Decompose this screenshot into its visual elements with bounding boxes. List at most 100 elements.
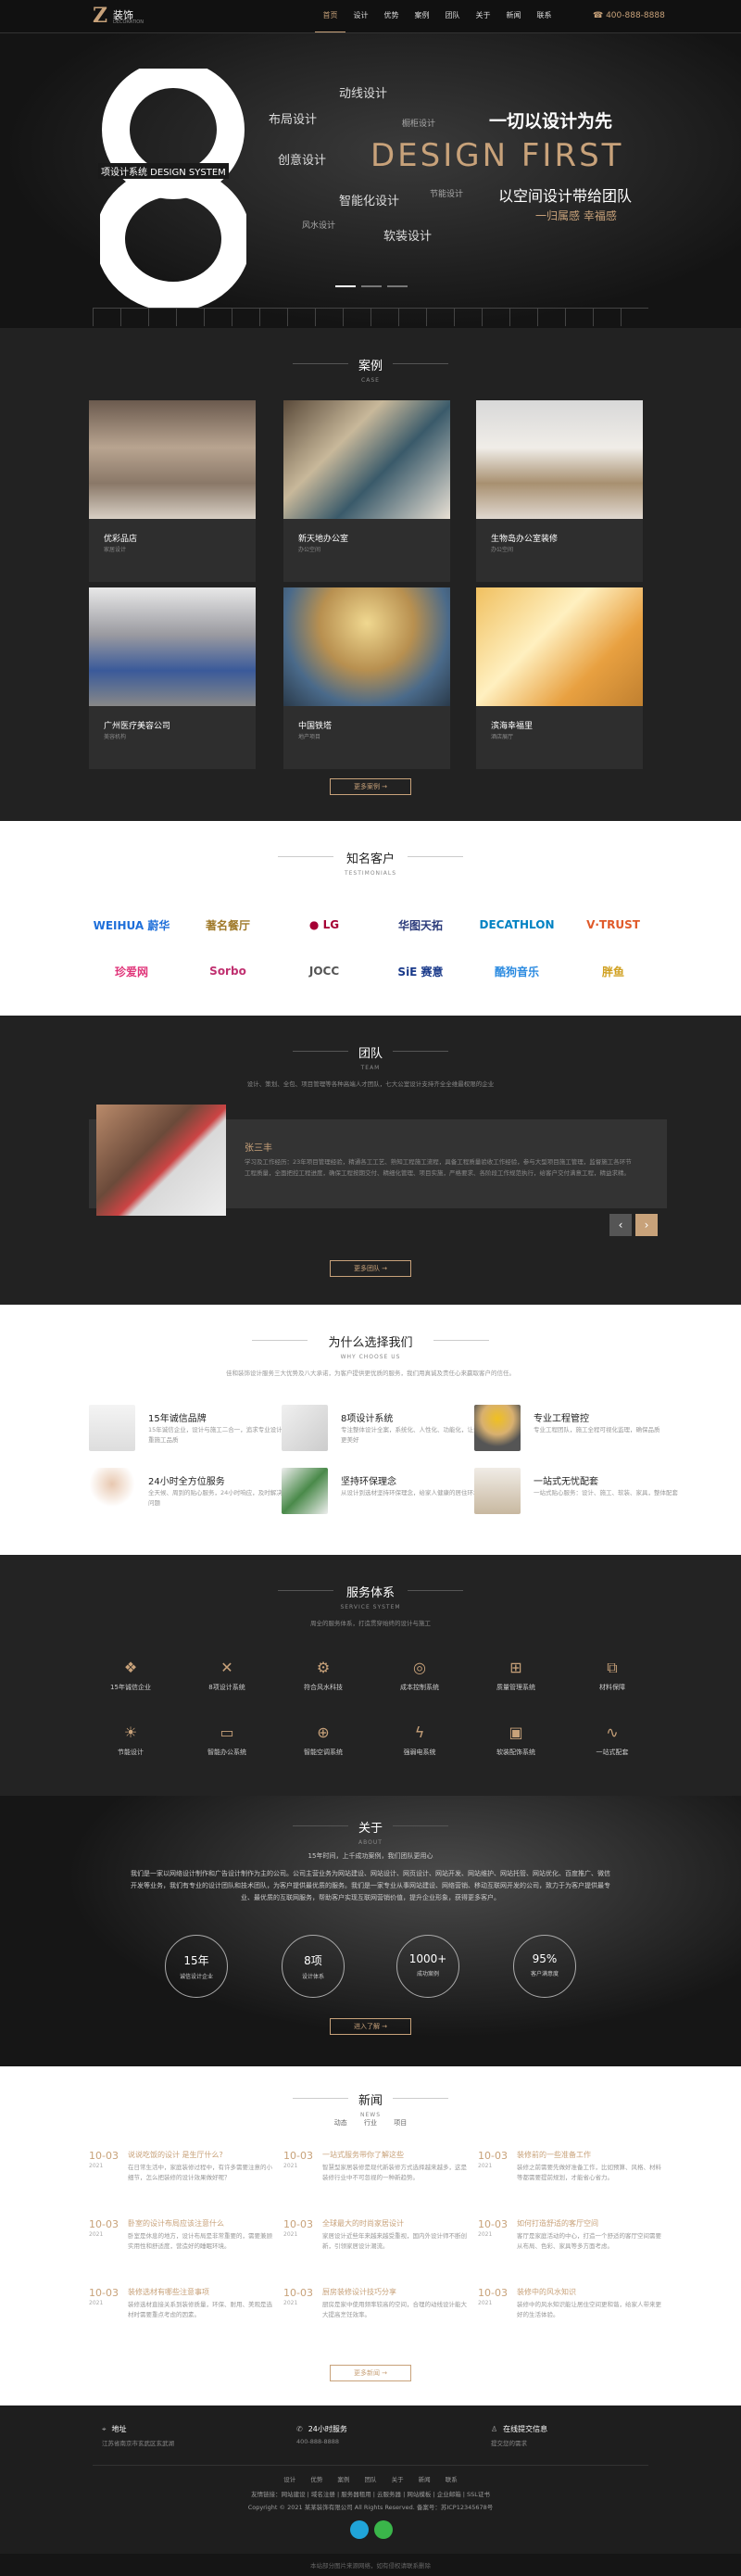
case-image — [89, 587, 256, 706]
stat-value: 95% — [532, 1952, 558, 1965]
service-section: 服务体系 SERVICE SYSTEM 周全的服务体系，打造贯穿始终的设计与施工… — [0, 1555, 741, 1796]
section-header: 关于 ABOUT — [0, 1818, 741, 1846]
news-item[interactable]: 10-03 2021 装修选材有哪些注意事项 装修选材直接关系到装修质量，环保、耐用、… — [89, 2287, 274, 2342]
footer-link[interactable]: 新闻 — [419, 2476, 431, 2483]
nav-team[interactable]: 团队 — [437, 0, 468, 32]
nav-contact[interactable]: 联系 — [529, 0, 559, 32]
team-member-photo — [96, 1105, 226, 1216]
slider-dot[interactable] — [361, 285, 382, 287]
service-item: ⧉ 材料保障 — [571, 1659, 654, 1692]
advantage-item: 坚持环保理念 从设计到选材坚持环保理念，给家人健康的居住环境 — [282, 1468, 495, 1522]
news-item[interactable]: 10-03 2021 一站式服务带你了解这些 智慧型家居装修是现代新装修方式选择越来越… — [283, 2150, 469, 2205]
user-icon: ♙ — [491, 2425, 498, 2433]
advantage-desc: 从设计到选材坚持环保理念，给家人健康的居住环境 — [341, 1489, 480, 1496]
footer-link[interactable]: 案例 — [337, 2476, 349, 2483]
news-item[interactable]: 10-03 2021 装修前的一些准备工作 装修之前需要先做好准备工作，比如预算、风格… — [478, 2150, 663, 2205]
section-header: 知名客户 TESTIMONIALS — [0, 849, 741, 877]
footer-link[interactable]: 团队 — [365, 2476, 377, 2483]
slider-dot[interactable] — [387, 285, 408, 287]
news-year: 2021 — [283, 2163, 298, 2169]
advantage-item: 15年诚信品牌 15年诚信企业，设计与施工二合一，追求专业设计，注重施工品质 — [89, 1405, 302, 1458]
service-icon: ⧉ — [607, 1659, 618, 1676]
client-logo: DECATHLON — [479, 918, 555, 931]
news-title: 装修选材有哪些注意事项 — [128, 2288, 209, 2296]
case-card[interactable]: 中国铁塔 地产项目 — [283, 587, 450, 769]
case-card[interactable]: 生物岛办公室装修 办公空间 — [476, 400, 643, 582]
case-card[interactable]: 滨海幸福里 酒店展厅 — [476, 587, 643, 769]
next-arrow-icon[interactable]: › — [635, 1214, 658, 1236]
case-card[interactable]: 广州医疗美容公司 美容机构 — [89, 587, 256, 769]
keyword: 智能化设计 — [339, 195, 400, 208]
site-footer: ⌖ 地址 江苏省南京市玄武区玄武湖 ✆ 24小时服务 400-888-8888 ♙ 在… — [0, 2406, 741, 2576]
case-name: 广州医疗美容公司 — [104, 722, 171, 731]
client-logo: WEIHUA 蔚华 — [93, 918, 170, 932]
news-summary: 装修选材直接关系到装修质量，环保、耐用、美观是选材时需要重点考虑的因素。 — [128, 2301, 272, 2318]
news-title: 全球最大的时尚家居设计 — [322, 2219, 404, 2228]
cases-section: 案例 CASE 优彩品店 家居设计 新天地办公室 办公空间 生物岛办公室装修 办公空间… — [0, 328, 741, 821]
service-item: ✕ 8项设计系统 — [185, 1659, 269, 1692]
wechat-icon[interactable] — [374, 2520, 393, 2539]
news-tab[interactable]: 行业 — [364, 2119, 377, 2127]
keyword: 动线设计 — [339, 87, 388, 101]
team-intro: 设计、策划、全包、项目管理等各种高端人才团队，七大公室设计支持齐全全维最权限的企… — [246, 1080, 495, 1088]
news-item[interactable]: 10-03 2021 卧室的设计布局应该注意什么 卧室是休息的地方，设计布局是非常重要… — [89, 2218, 274, 2274]
nav-home[interactable]: 首页 — [315, 0, 345, 32]
footer-link[interactable]: 优势 — [310, 2476, 322, 2483]
contact-detail: 提交您的需求 — [491, 2440, 527, 2447]
nav-design[interactable]: 设计 — [345, 0, 376, 32]
contact-title: 地址 — [111, 2425, 127, 2433]
news-summary: 装修之前需要先做好准备工作，比如预算、风格、材料等都需要提前规划，才能省心省力。 — [517, 2164, 661, 2181]
nav-news[interactable]: 新闻 — [498, 0, 529, 32]
section-header: 新闻 NEWS — [0, 2090, 741, 2118]
stat-value: 8项 — [304, 1954, 322, 1967]
section-subtitle: NEWS — [359, 2112, 382, 2118]
service-label: 材料保障 — [599, 1684, 625, 1691]
news-day: 10-03 — [283, 2218, 313, 2230]
more-news-button[interactable]: 更多新闻 → — [330, 2365, 411, 2381]
about-more-button[interactable]: 进入了解 → — [330, 2018, 411, 2035]
footer-bottom-note: 本站部分图片来源网络，如有侵权请联系删除 — [310, 2562, 431, 2570]
case-card[interactable]: 优彩品店 家居设计 — [89, 400, 256, 582]
location-icon: ⌖ — [102, 2425, 107, 2433]
case-category: 酒店展厅 — [491, 734, 514, 740]
more-cases-button[interactable]: 更多案例 → — [330, 778, 411, 795]
logo-mark[interactable]: Z — [93, 6, 107, 26]
news-item[interactable]: 10-03 2021 如何打造舒适的客厅空间 客厅是家庭活动的中心，打造一个舒适的客厅… — [478, 2218, 663, 2274]
stat-label: 诚信设计企业 — [179, 1974, 213, 1980]
advantage-desc: 专注整体设计全案，系统化、人性化、功能化，让生活更美好 — [341, 1426, 485, 1444]
news-summary: 智慧型家居装修是现代新装修方式选择越来越多，这是装修行业中不可忽视的一种新趋势。 — [322, 2164, 467, 2181]
prev-arrow-icon[interactable]: ‹ — [609, 1214, 632, 1236]
nav-cases[interactable]: 案例 — [407, 0, 437, 32]
section-header: 团队 TEAM — [0, 1043, 741, 1071]
footer-contact: ⌖ 地址 江苏省南京市玄武区玄武湖 — [102, 2424, 174, 2447]
advantage-desc: 15年诚信企业，设计与施工二合一，追求专业设计，注重施工品质 — [148, 1426, 295, 1444]
news-item[interactable]: 10-03 2021 全球最大的时尚家居设计 家居设计近些年来越来越受重视，国内外设计… — [283, 2218, 469, 2274]
case-image — [476, 400, 643, 519]
footer-link[interactable]: 设计 — [283, 2476, 295, 2483]
footer-link[interactable]: 关于 — [392, 2476, 404, 2483]
service-icon: ⚙ — [316, 1659, 331, 1676]
service-label: 质量管理系统 — [496, 1684, 535, 1691]
news-title: 一站式服务带你了解这些 — [322, 2151, 404, 2159]
why-us-section: 为什么选择我们 WHY CHOOSE US 佳和装饰设计服务三大优势及八大承诺，… — [0, 1305, 741, 1555]
news-tab[interactable]: 项目 — [394, 2119, 407, 2127]
section-title: 关于 — [358, 1822, 383, 1836]
contact-detail: 400-888-8888 — [296, 2438, 340, 2445]
nav-about[interactable]: 关于 — [468, 0, 498, 32]
footer-link[interactable]: 联系 — [446, 2476, 458, 2483]
news-item[interactable]: 10-03 2021 说说吃饭的设计 是生厅什么? 在日常生活中，家庭装修过程中，有许… — [89, 2150, 274, 2205]
more-team-button[interactable]: 更多团队 → — [330, 1260, 411, 1277]
news-tab[interactable]: 动态 — [334, 2119, 347, 2127]
nav-advantage[interactable]: 优势 — [376, 0, 407, 32]
qq-icon[interactable] — [350, 2520, 369, 2539]
partner-links[interactable]: 友情链接：网站建设 | 域名注册 | 服务器租用 | 云服务器 | 网站模板 |… — [0, 2489, 741, 2498]
case-card[interactable]: 新天地办公室 办公空间 — [283, 400, 450, 582]
stat-label: 成功案例 — [416, 1971, 439, 1977]
why-intro: 佳和装饰设计服务三大优势及八大承诺，为客户提供更优质的服务，我们用真诚及责任心来… — [226, 1370, 515, 1377]
stat-value: 15年 — [183, 1954, 209, 1967]
slider-dot[interactable] — [335, 285, 356, 287]
service-icon: ∿ — [606, 1724, 619, 1741]
news-item[interactable]: 10-03 2021 装修中的风水知识 装修中的风水知识能让居住空间更和谐，给家人带来… — [478, 2287, 663, 2342]
news-item[interactable]: 10-03 2021 厨房装修设计技巧分享 厨房是家中使用频率较高的空间，合理的动线设… — [283, 2287, 469, 2342]
site-header: Z 装饰 DECORATION 首页 设计 优势 案例 团队 关于 新闻 联系 … — [0, 0, 741, 33]
